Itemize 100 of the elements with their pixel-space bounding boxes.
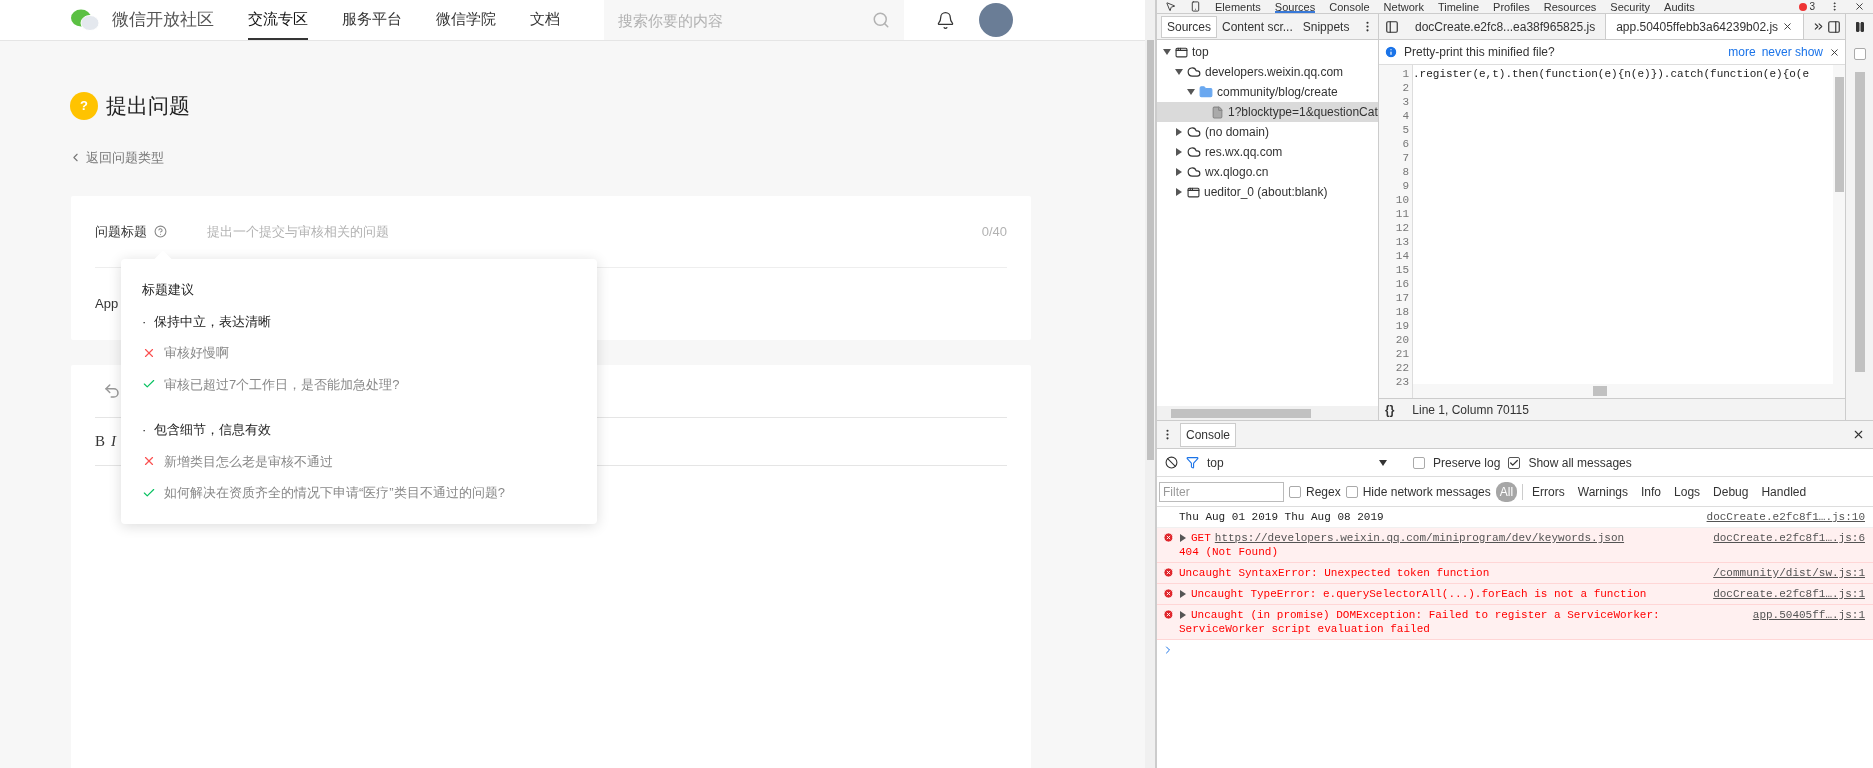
format-button[interactable]: B — [95, 430, 105, 453]
tree-item[interactable]: developers.weixin.qq.com — [1157, 62, 1378, 82]
field-label: App — [95, 295, 119, 314]
level-filter[interactable]: Info — [1637, 481, 1666, 502]
source-link[interactable]: app.50405ff….js:1 — [1752, 608, 1865, 622]
search-field[interactable]: 搜索你要的内容 — [604, 0, 904, 40]
format-button[interactable]: I — [111, 430, 116, 453]
close-icon[interactable] — [1852, 428, 1865, 441]
level-filter[interactable]: Handled — [1757, 481, 1811, 502]
checkbox[interactable] — [1508, 456, 1521, 469]
tree-item[interactable]: (no domain) — [1157, 122, 1378, 142]
checkbox-label: Hide network messages — [1362, 483, 1491, 501]
close-icon[interactable] — [1854, 1, 1865, 12]
collapsed-triangle-icon[interactable] — [1175, 168, 1183, 176]
source-link[interactable]: /community/dist/sw.js:1 — [1713, 566, 1865, 580]
vertical-scrollbar[interactable] — [1833, 65, 1845, 384]
tree-item[interactable]: top — [1157, 42, 1378, 62]
file-tab[interactable]: app.50405ffebb3a64239b02.js — [1605, 14, 1805, 39]
line-number: 18 — [1395, 305, 1409, 319]
devtools-tab[interactable]: Network — [1383, 0, 1424, 13]
help-icon[interactable] — [154, 225, 167, 238]
page-title: 提出问题 — [106, 93, 190, 119]
horizontal-scrollbar[interactable] — [1413, 384, 1845, 398]
message-link[interactable]: https://developers.weixin.qq.com/miniprogram/dev/keywords.json — [1214, 531, 1625, 545]
tips-heading: · 保持中立，表达清晰 — [142, 312, 272, 331]
file-tab[interactable]: docCreate.e2fc8...ea38f965825.js — [1405, 14, 1606, 39]
error-icon — [1162, 609, 1174, 620]
navigator-tab[interactable]: Content scr... — [1217, 15, 1298, 38]
undo-icon[interactable] — [103, 382, 121, 400]
source-link[interactable]: docCreate.e2fc8f1….js:10 — [1706, 510, 1865, 524]
close-icon[interactable] — [1829, 46, 1840, 58]
expand-triangle-icon[interactable] — [1179, 611, 1187, 619]
dropdown-caret-icon — [1379, 459, 1387, 466]
tree-item[interactable]: community/blog/create — [1157, 82, 1378, 102]
tree-item[interactable]: ueditor_0 (about:blank) — [1157, 182, 1378, 202]
devtools-tab[interactable]: Timeline — [1437, 0, 1480, 13]
tree-item[interactable]: res.wx.qq.com — [1157, 142, 1378, 162]
nav-link[interactable]: 服务平台 — [342, 0, 402, 40]
filter-input[interactable]: Filter — [1159, 481, 1284, 502]
toggle-debugger-icon[interactable] — [1827, 19, 1841, 34]
expand-triangle-icon[interactable] — [1179, 534, 1187, 542]
avatar[interactable] — [979, 3, 1013, 37]
bell-icon[interactable] — [936, 10, 955, 30]
checkbox[interactable] — [1289, 485, 1301, 498]
source-link[interactable]: docCreate.e2fc8f1….js:6 — [1713, 531, 1865, 545]
inspect-icon[interactable] — [1165, 1, 1176, 12]
infobar-link[interactable]: more — [1728, 43, 1756, 61]
console-tab[interactable]: Console — [1180, 422, 1237, 447]
expand-triangle-icon[interactable] — [1179, 590, 1187, 598]
tree-item[interactable]: wx.qlogo.cn — [1157, 162, 1378, 182]
error-count-badge[interactable]: 3 — [1799, 0, 1815, 14]
filter-icon[interactable] — [1186, 456, 1199, 469]
page-scrollbar[interactable] — [1145, 0, 1155, 768]
vertical-scrollbar[interactable] — [1854, 72, 1865, 372]
infobar-link[interactable]: never show — [1761, 43, 1823, 61]
navigator-tab[interactable]: Sources — [1161, 15, 1218, 38]
nav-link[interactable]: 微信学院 — [436, 0, 496, 40]
checkbox[interactable] — [1853, 48, 1866, 60]
collapsed-triangle-icon[interactable] — [1175, 128, 1183, 136]
toggle-navigator-icon[interactable] — [1385, 19, 1399, 34]
pretty-print-button[interactable]: {} — [1385, 400, 1395, 419]
expanded-triangle-icon[interactable] — [1187, 88, 1195, 96]
close-icon[interactable] — [1782, 21, 1794, 32]
back-link[interactable]: 返回问题类型 — [69, 147, 164, 167]
pause-icon[interactable] — [1853, 21, 1866, 33]
line-number: 16 — [1395, 277, 1409, 291]
checkbox-label: Show all messages — [1528, 454, 1632, 472]
level-filter[interactable]: Errors — [1528, 481, 1569, 502]
collapsed-triangle-icon[interactable] — [1175, 188, 1183, 196]
site-name[interactable]: 微信开放社区 — [112, 7, 214, 33]
infobar-message: Pretty-print this minified file? — [1404, 44, 1555, 61]
frame-icon — [1187, 185, 1200, 199]
expanded-triangle-icon[interactable] — [1175, 68, 1183, 76]
nav-link[interactable]: 交流专区 — [248, 0, 308, 40]
context-selector[interactable]: top — [1207, 453, 1387, 472]
devtools-tab[interactable]: Profiles — [1493, 0, 1530, 13]
checkbox[interactable] — [1345, 485, 1358, 498]
level-filter[interactable]: Warnings — [1573, 481, 1632, 502]
level-filter[interactable]: Debug — [1709, 481, 1753, 502]
collapsed-triangle-icon[interactable] — [1175, 148, 1183, 156]
source-link[interactable]: docCreate.e2fc8f1….js:1 — [1713, 587, 1865, 601]
clear-console-icon[interactable] — [1165, 456, 1178, 469]
devtools-tab[interactable]: Console — [1329, 0, 1370, 13]
devtools-tab[interactable]: Security — [1610, 0, 1651, 13]
line-number: 15 — [1395, 263, 1409, 277]
horizontal-scrollbar[interactable] — [1157, 406, 1378, 420]
devtools-tab[interactable]: Resources — [1543, 0, 1597, 13]
devtools-tab[interactable]: Audits — [1664, 0, 1695, 13]
level-filter[interactable]: Logs — [1670, 481, 1705, 502]
expanded-triangle-icon[interactable] — [1163, 48, 1171, 56]
message-text: GET — [1191, 531, 1211, 545]
navigator-tab[interactable]: Snippets — [1297, 15, 1355, 38]
error-icon — [1162, 567, 1174, 578]
devtools-tab[interactable]: Elements — [1215, 0, 1261, 13]
message-text: Uncaught TypeError: e.querySelectorAll(...).forEach is not a function — [1191, 587, 1647, 601]
line-number: 4 — [1402, 109, 1409, 123]
tree-item[interactable]: 1?blocktype=1&questionCat — [1157, 102, 1378, 122]
device-icon[interactable] — [1190, 1, 1201, 12]
nav-link[interactable]: 文档 — [530, 0, 560, 40]
checkbox[interactable] — [1413, 456, 1425, 469]
